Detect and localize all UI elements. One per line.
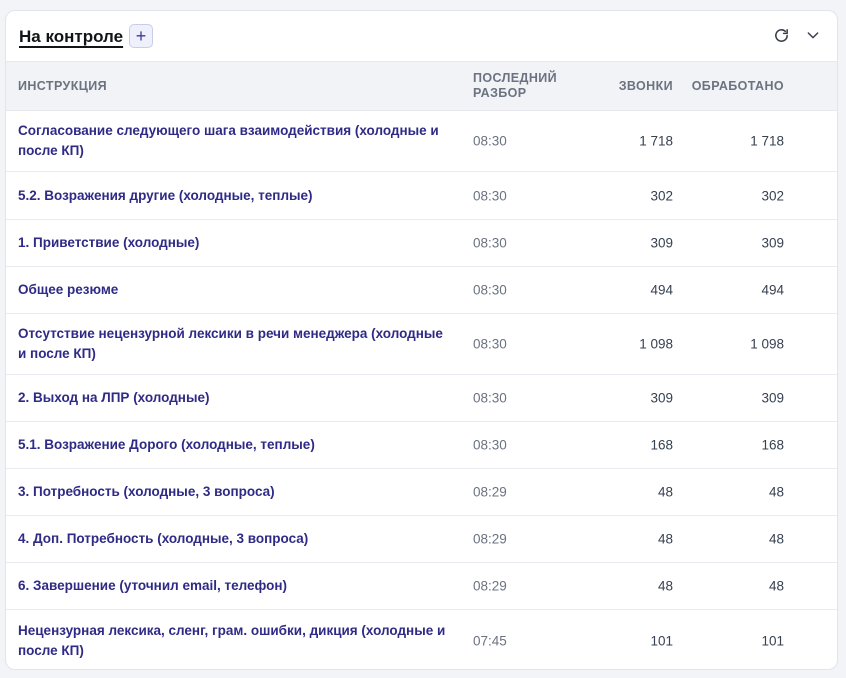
calls-count: 48 — [657, 531, 673, 547]
processed-count: 48 — [768, 578, 784, 594]
table-row[interactable]: 1. Приветствие (холодные) 08:30 309 309 — [6, 220, 837, 267]
refresh-icon[interactable] — [771, 25, 791, 45]
processed-count: 302 — [761, 188, 784, 203]
calls-count: 1 098 — [639, 336, 673, 352]
last-review-time: 08:29 — [473, 531, 507, 547]
processed-count: 1 718 — [750, 133, 784, 149]
instruction-link[interactable]: Общее резюме — [18, 280, 450, 300]
table-row[interactable]: 2. Выход на ЛПР (холодные) 08:30 309 309 — [6, 375, 837, 422]
last-review-time: 08:30 — [473, 133, 507, 149]
table-header: ИНСТРУКЦИЯ ПОСЛЕДНИЙ РАЗБОР ЗВОНКИ ОБРАБ… — [6, 61, 837, 111]
processed-count: 48 — [768, 531, 784, 547]
instruction-link[interactable]: 6. Завершение (уточнил email, телефон) — [18, 576, 450, 596]
last-review-time: 08:30 — [473, 437, 507, 453]
table-row[interactable]: 4. Доп. Потребность (холодные, 3 вопроса… — [6, 516, 837, 563]
calls-count: 101 — [650, 633, 673, 648]
table-row[interactable]: 5.2. Возражения другие (холодные, теплые… — [6, 172, 837, 220]
last-review-time: 08:29 — [473, 484, 507, 500]
column-header-calls[interactable]: ЗВОНКИ — [619, 79, 673, 94]
table-row[interactable]: Отсутствие нецензурной лексики в речи ме… — [6, 314, 837, 375]
processed-count: 309 — [761, 235, 784, 251]
last-review-time: 08:30 — [473, 188, 507, 203]
table-row[interactable]: Согласование следующего шага взаимодейст… — [6, 111, 837, 172]
chevron-down-icon[interactable] — [803, 25, 823, 45]
add-button[interactable]: + — [129, 24, 153, 48]
processed-count: 168 — [761, 437, 784, 453]
calls-count: 48 — [657, 578, 673, 594]
table-row[interactable]: Нецензурная лексика, сленг, грам. ошибки… — [6, 610, 837, 669]
calls-count: 48 — [657, 484, 673, 500]
column-header-processed[interactable]: ОБРАБОТАНО — [692, 79, 784, 94]
instruction-link[interactable]: Нецензурная лексика, сленг, грам. ошибки… — [18, 621, 450, 661]
monitoring-widget: На контроле + ИНСТРУКЦИЯ ПОСЛЕДНИЙ РАЗБО… — [5, 10, 838, 670]
last-review-time: 08:30 — [473, 336, 507, 352]
last-review-time: 08:30 — [473, 282, 507, 298]
instruction-link[interactable]: 3. Потребность (холодные, 3 вопроса) — [18, 482, 450, 502]
calls-count: 309 — [650, 390, 673, 406]
last-review-time: 07:45 — [473, 633, 507, 648]
last-review-time: 08:30 — [473, 235, 507, 251]
processed-count: 1 098 — [750, 336, 784, 352]
instruction-link[interactable]: 4. Доп. Потребность (холодные, 3 вопроса… — [18, 529, 450, 549]
last-review-time: 08:30 — [473, 390, 507, 406]
calls-count: 302 — [650, 188, 673, 203]
processed-count: 309 — [761, 390, 784, 406]
processed-count: 101 — [761, 633, 784, 648]
last-review-time: 08:29 — [473, 578, 507, 594]
table-row[interactable]: 5.1. Возражение Дорого (холодные, теплые… — [6, 422, 837, 469]
column-header-instruction[interactable]: ИНСТРУКЦИЯ — [18, 79, 107, 94]
widget-title[interactable]: На контроле — [19, 27, 123, 47]
instruction-link[interactable]: 5.1. Возражение Дорого (холодные, теплые… — [18, 435, 450, 455]
calls-count: 494 — [650, 282, 673, 298]
table-body: Согласование следующего шага взаимодейст… — [6, 111, 837, 669]
table-row[interactable]: 3. Потребность (холодные, 3 вопроса) 08:… — [6, 469, 837, 516]
instruction-link[interactable]: 2. Выход на ЛПР (холодные) — [18, 388, 450, 408]
instruction-link[interactable]: Согласование следующего шага взаимодейст… — [18, 121, 450, 161]
calls-count: 168 — [650, 437, 673, 453]
table-row[interactable]: 6. Завершение (уточнил email, телефон) 0… — [6, 563, 837, 610]
table-row[interactable]: Общее резюме 08:30 494 494 — [6, 267, 837, 314]
processed-count: 48 — [768, 484, 784, 500]
widget-header: На контроле + — [6, 11, 837, 61]
instruction-link[interactable]: 5.2. Возражения другие (холодные, теплые… — [18, 186, 450, 206]
column-header-last-review[interactable]: ПОСЛЕДНИЙ РАЗБОР — [473, 71, 583, 101]
instruction-link[interactable]: 1. Приветствие (холодные) — [18, 233, 450, 253]
instruction-link[interactable]: Отсутствие нецензурной лексики в речи ме… — [18, 324, 450, 364]
processed-count: 494 — [761, 282, 784, 298]
calls-count: 309 — [650, 235, 673, 251]
calls-count: 1 718 — [639, 133, 673, 149]
